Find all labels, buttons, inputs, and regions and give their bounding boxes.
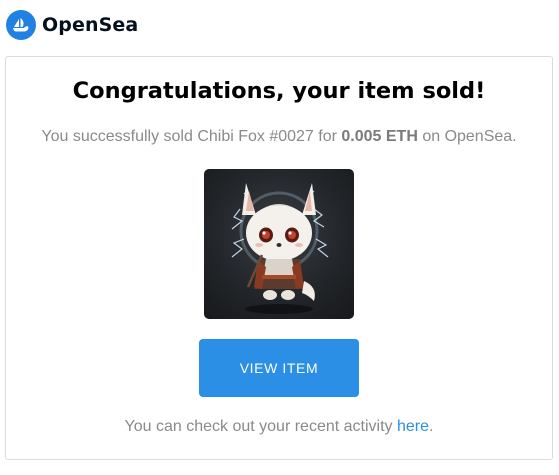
sale-price: 0.005 ETH (341, 128, 418, 145)
activity-footer: You can check out your recent activity h… (6, 418, 552, 436)
opensea-header: OpenSea (6, 9, 138, 41)
view-item-button[interactable]: VIEW ITEM (199, 339, 359, 397)
sale-message-suffix: on OpenSea. (417, 128, 517, 145)
footer-text: You can check out your recent activity (124, 418, 397, 435)
sale-message-prefix: You successfully sold Chibi Fox #0027 fo… (41, 128, 342, 145)
opensea-boat-icon[interactable] (6, 10, 36, 40)
footer-period: . (429, 418, 434, 435)
brand-name[interactable]: OpenSea (42, 14, 138, 36)
nft-item-image[interactable] (204, 169, 354, 319)
email-card: Congratulations, your item sold! You suc… (5, 56, 553, 460)
sale-message: You successfully sold Chibi Fox #0027 fo… (6, 128, 552, 146)
email-title: Congratulations, your item sold! (72, 78, 486, 104)
activity-link[interactable]: here (397, 418, 429, 435)
